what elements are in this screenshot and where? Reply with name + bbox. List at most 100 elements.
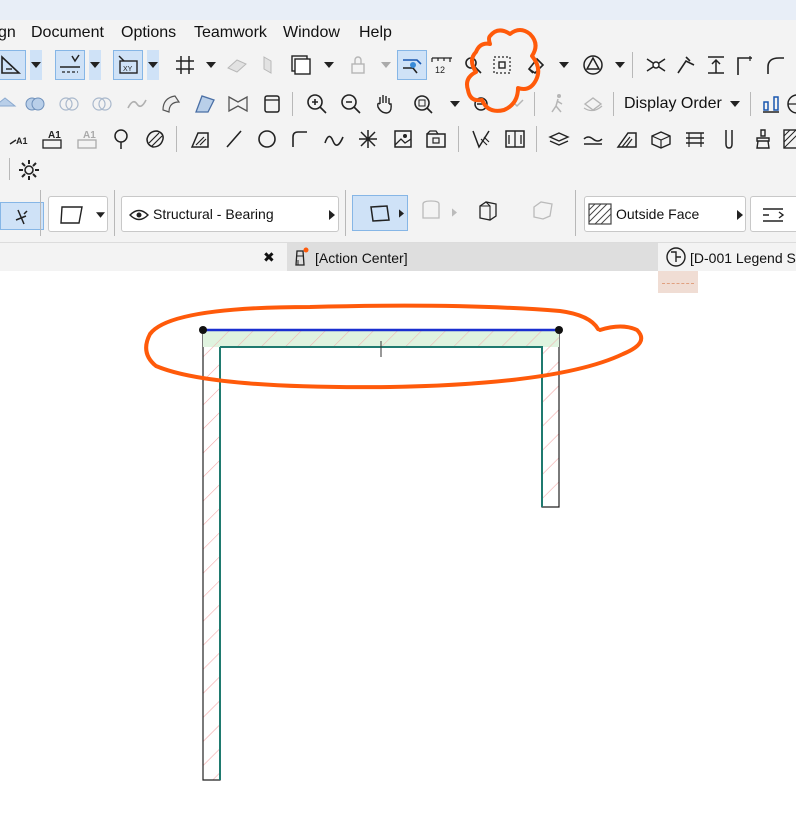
wall-basic-icon[interactable] [416,195,446,225]
adjust-icon[interactable] [671,50,701,80]
globe-icon[interactable] [782,89,796,119]
chevron-down-icon[interactable] [147,50,159,80]
menu-options[interactable]: Options [121,24,176,42]
chevron-down-icon[interactable] [30,50,42,80]
fit-in-window-icon[interactable] [408,89,438,119]
menu-window[interactable]: Window [283,24,340,42]
railing-icon[interactable] [680,124,710,154]
spline-icon[interactable] [319,124,349,154]
gear-icon[interactable] [14,155,44,185]
elevation-icon[interactable] [701,50,731,80]
orbit-icon[interactable] [578,89,608,119]
subtract-icon[interactable] [54,89,84,119]
mesh-icon[interactable] [578,124,608,154]
display-order-dropdown[interactable]: Display Order [624,95,722,113]
trace-icon[interactable] [397,50,427,80]
stair-icon[interactable] [612,124,642,154]
chevron-down-icon[interactable] [614,50,626,80]
info-box: Structural - Bearing Outside Face [0,184,796,243]
drawing-icon[interactable] [421,124,451,154]
chevron-down-icon[interactable] [729,89,741,119]
slab-icon[interactable] [544,124,574,154]
plane-icon[interactable] [222,50,252,80]
grid-icon[interactable] [170,50,200,80]
morph-icon[interactable] [190,89,220,119]
coordinates-icon[interactable]: XY [113,50,143,80]
fillet-icon[interactable] [730,50,760,80]
zoom-out-icon[interactable] [336,89,366,119]
layers-window-icon[interactable] [286,50,316,80]
hotspot-icon[interactable] [353,124,383,154]
text-icon[interactable]: A1 [37,124,67,154]
object-icon[interactable] [223,89,253,119]
chevron-down-icon[interactable] [323,50,335,80]
geometry-method-button[interactable] [48,196,108,232]
tab-legend[interactable]: [D-001 Legend Sy [658,243,796,271]
floor-plan-canvas[interactable] [0,271,796,816]
tab-bar: ✖ [Action Center] [D-001 Legend Sy [0,243,796,271]
reference-line-dropdown[interactable]: Outside Face [584,196,746,232]
intersect-icon[interactable] [641,50,671,80]
wall-top-selected[interactable] [199,326,563,780]
title-strip [0,0,796,20]
wall-geometry-icon[interactable] [352,195,408,231]
snap-guides-icon[interactable] [55,50,85,80]
toolbar-settings [0,156,796,184]
brush-icon[interactable] [748,124,778,154]
column-icon[interactable] [257,89,287,119]
union-icon[interactable] [20,89,50,119]
svg-text:XY: XY [123,66,133,73]
close-tab-icon[interactable]: ✖ [263,249,275,266]
wall-right[interactable] [541,330,560,508]
level-dimension-icon[interactable]: A1 [4,124,34,154]
label-icon[interactable]: A1 [72,124,102,154]
circle-icon[interactable] [252,124,282,154]
menu-bar: gn Document Options Teamwork Window Help [0,20,796,44]
shape-icon[interactable] [578,50,608,80]
arc-fillet-icon[interactable] [760,50,790,80]
chevron-down-icon[interactable] [89,50,101,80]
tab-action-center[interactable]: [Action Center] [287,243,658,271]
polyline-icon[interactable] [285,124,315,154]
chevron-down-icon[interactable] [558,50,570,80]
guide-lines-icon[interactable] [0,50,26,80]
menu-document[interactable]: Document [31,24,104,42]
magic-wand-icon[interactable] [0,202,44,230]
roof-icon[interactable] [0,89,20,119]
wall-slanted-icon[interactable] [473,195,503,225]
separator [9,158,10,180]
chevron-down-icon[interactable] [380,50,392,80]
chevron-down-icon[interactable] [205,50,217,80]
layer-dropdown[interactable]: Structural - Bearing [121,196,339,232]
dimension-icon[interactable]: 12 [427,50,457,80]
lock-icon[interactable] [343,50,373,80]
hatch-fill-icon[interactable] [185,124,215,154]
line-icon[interactable] [219,124,249,154]
shell-icon[interactable] [156,89,186,119]
hatch-panel-icon[interactable] [778,124,796,154]
chevron-right-icon [737,210,743,220]
pan-hand-icon[interactable] [370,89,400,119]
vertical-plane-icon[interactable] [252,50,282,80]
curtain-wall-icon[interactable] [646,124,676,154]
menu-help[interactable]: Help [359,24,392,42]
separator [536,126,537,152]
wall-profile-icon[interactable] [528,195,558,225]
zoom-in-icon[interactable] [302,89,332,119]
beam-icon[interactable] [714,124,744,154]
layer-label: Structural - Bearing [153,206,274,222]
fill-icon[interactable] [140,124,170,154]
figure-icon[interactable] [388,124,418,154]
flip-direction-button[interactable] [750,196,796,232]
section-icon[interactable] [466,124,496,154]
wall-left[interactable] [202,330,221,781]
menu-teamwork[interactable]: Teamwork [194,24,267,42]
intersection-icon[interactable] [87,89,117,119]
menu-design[interactable]: gn [0,24,16,42]
separator [632,52,633,78]
walk-icon[interactable] [543,89,573,119]
curve-icon[interactable] [122,89,152,119]
svg-text:12: 12 [435,65,445,75]
zone-stamp-icon[interactable] [106,124,136,154]
elevation-view-icon[interactable] [500,124,530,154]
